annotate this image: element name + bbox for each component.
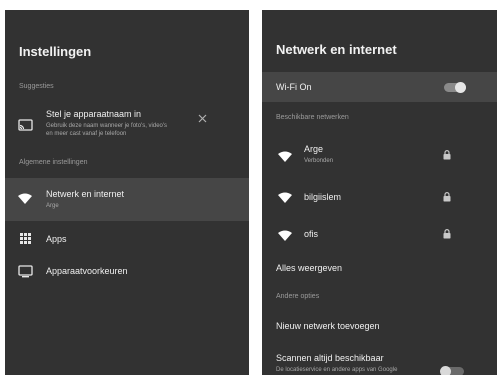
apps-grid-icon xyxy=(20,233,31,244)
tv-icon xyxy=(18,265,33,278)
network-panel: Netwerk en internet Wi-Fi On Beschikbare… xyxy=(262,10,497,375)
sidebar-item-label: Apps xyxy=(46,234,67,244)
network-item[interactable]: Arge Verbonden xyxy=(262,138,497,174)
network-item[interactable]: ofis xyxy=(262,218,497,248)
scan-title: Scannen altijd beschikbaar xyxy=(276,353,384,363)
sidebar-item-network[interactable]: Netwerk en internet Arge xyxy=(5,178,249,221)
sidebar-item-apps[interactable]: Apps xyxy=(5,225,249,253)
lock-icon xyxy=(443,150,451,160)
add-network-label: Nieuw netwerk toevoegen xyxy=(276,321,380,331)
wifi-toggle-row[interactable]: Wi-Fi On xyxy=(262,72,497,102)
add-network-button[interactable]: Nieuw netwerk toevoegen xyxy=(262,316,497,338)
wifi-icon xyxy=(18,193,32,204)
wifi-icon xyxy=(278,151,292,162)
settings-panel: Instellingen Suggesties Stel je apparaat… xyxy=(5,10,249,375)
page-title: Instellingen xyxy=(19,44,92,59)
lock-icon xyxy=(443,229,451,239)
sidebar-item-label: Netwerk en internet xyxy=(46,189,125,199)
scan-always-row[interactable]: Scannen altijd beschikbaar De locatieser… xyxy=(262,350,497,375)
see-all-networks[interactable]: Alles weergeven xyxy=(262,258,497,280)
wifi-icon xyxy=(278,230,292,241)
network-status: Verbonden xyxy=(304,158,334,164)
network-name: ofis xyxy=(304,229,319,239)
close-icon[interactable] xyxy=(198,114,207,123)
available-networks-header: Beschikbare netwerken xyxy=(276,114,349,121)
scan-desc: De locatieservice en andere apps van Goo… xyxy=(276,367,398,373)
suggestion-device-name[interactable]: Stel je apparaatnaam in Gebruik deze naa… xyxy=(5,105,249,147)
lock-icon xyxy=(443,192,451,202)
wifi-toggle-knob xyxy=(455,82,466,93)
suggestion-desc-2: en meer cast vanaf je telefoon xyxy=(46,131,127,137)
scan-toggle-knob xyxy=(440,366,451,375)
sidebar-item-label: Apparaatvoorkeuren xyxy=(46,266,128,276)
wifi-icon xyxy=(278,192,292,203)
page-title: Netwerk en internet xyxy=(276,42,397,57)
network-name: Arge xyxy=(304,144,324,154)
general-settings-header: Algemene instellingen xyxy=(19,159,88,166)
cast-icon xyxy=(18,119,33,131)
sidebar-item-device-preferences[interactable]: Apparaatvoorkeuren xyxy=(5,257,249,285)
see-all-label: Alles weergeven xyxy=(276,263,343,273)
wifi-label: Wi-Fi On xyxy=(276,82,312,92)
network-name: bilgiislem xyxy=(304,192,342,202)
network-item[interactable]: bilgiislem xyxy=(262,182,497,212)
suggestions-header: Suggesties xyxy=(19,83,54,90)
suggestion-title: Stel je apparaatnaam in xyxy=(46,109,142,119)
other-options-header: Andere opties xyxy=(276,293,320,300)
suggestion-desc-1: Gebruik deze naam wanneer je foto's, vid… xyxy=(46,123,168,129)
sidebar-item-sub: Arge xyxy=(46,203,59,209)
